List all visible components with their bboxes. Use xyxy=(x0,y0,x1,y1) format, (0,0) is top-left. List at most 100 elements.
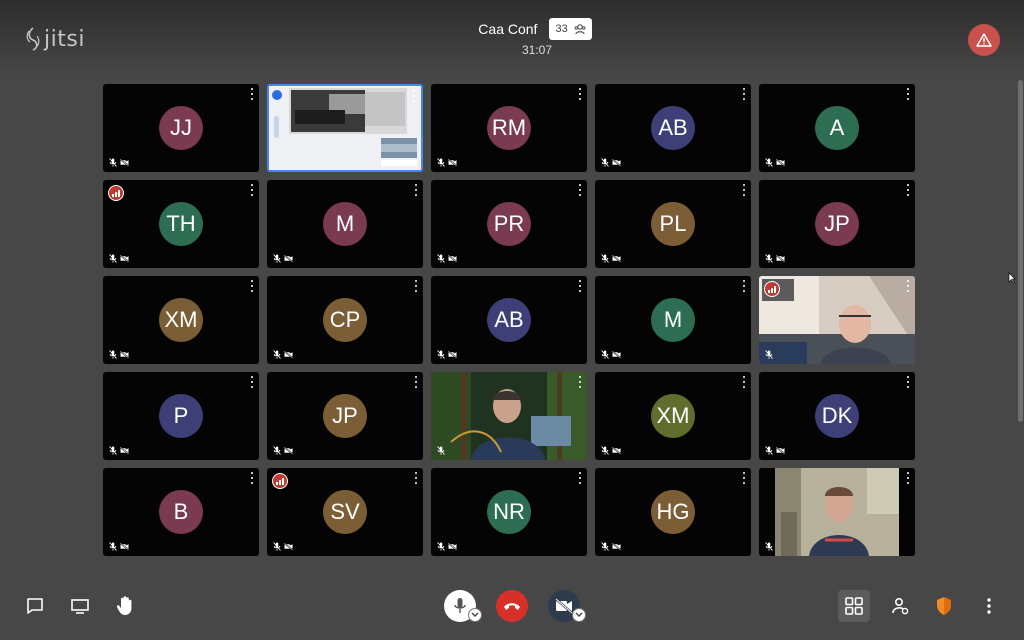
participant-avatar: DK xyxy=(815,394,859,438)
participant-tile[interactable]: JP xyxy=(267,372,423,460)
participant-initials: SV xyxy=(330,499,360,524)
tile-status-indicators xyxy=(437,254,457,263)
tile-menu-icon[interactable] xyxy=(412,90,416,102)
participant-video-tile[interactable] xyxy=(759,276,915,364)
participant-avatar: M xyxy=(651,298,695,342)
camera-muted-icon xyxy=(612,159,621,166)
tile-menu-icon[interactable] xyxy=(578,376,582,388)
connection-quality-badge[interactable] xyxy=(272,473,288,489)
participant-tile[interactable]: CP xyxy=(267,276,423,364)
tile-menu-icon[interactable] xyxy=(742,472,746,484)
participant-initials: JP xyxy=(332,403,358,428)
tile-menu-icon[interactable] xyxy=(414,376,418,388)
participant-initials: JP xyxy=(824,211,850,236)
tile-menu-icon[interactable] xyxy=(414,184,418,196)
camera-muted-icon xyxy=(120,543,129,550)
camera-muted-icon xyxy=(612,255,621,262)
tile-status-indicators xyxy=(109,158,129,167)
tile-status-indicators xyxy=(437,446,445,455)
participant-video xyxy=(431,372,587,460)
tile-menu-icon[interactable] xyxy=(742,184,746,196)
mic-muted-icon xyxy=(765,254,773,263)
tile-menu-icon[interactable] xyxy=(906,88,910,100)
participant-tile[interactable]: M xyxy=(595,276,751,364)
tile-menu-icon[interactable] xyxy=(578,280,582,292)
participant-tile[interactable]: TH xyxy=(103,180,259,268)
hangup-button[interactable] xyxy=(496,590,528,622)
tile-menu-icon[interactable] xyxy=(906,184,910,196)
participant-tile[interactable]: DK xyxy=(759,372,915,460)
participant-tile[interactable]: P xyxy=(103,372,259,460)
participant-avatar: A xyxy=(815,106,859,150)
participant-tile[interactable]: XM xyxy=(595,372,751,460)
participant-avatar: RM xyxy=(487,106,531,150)
participant-avatar: AB xyxy=(487,298,531,342)
tile-menu-icon[interactable] xyxy=(742,88,746,100)
mic-muted-icon xyxy=(273,446,281,455)
mic-muted-icon xyxy=(765,446,773,455)
participant-tile[interactable]: NR xyxy=(431,468,587,556)
chat-button[interactable] xyxy=(19,590,51,622)
scrollbar[interactable] xyxy=(1018,80,1023,422)
tile-menu-icon[interactable] xyxy=(742,280,746,292)
participant-video-tile[interactable] xyxy=(431,372,587,460)
participant-avatar: B xyxy=(159,490,203,534)
participants-icon xyxy=(892,597,909,615)
mic-muted-icon xyxy=(109,446,117,455)
tile-menu-icon[interactable] xyxy=(578,184,582,196)
participant-tile[interactable]: JP xyxy=(759,180,915,268)
security-button[interactable] xyxy=(928,590,960,622)
participant-tile[interactable]: PL xyxy=(595,180,751,268)
camera-muted-icon xyxy=(284,543,293,550)
tile-menu-icon[interactable] xyxy=(414,280,418,292)
participants-button[interactable] xyxy=(884,590,916,622)
tile-menu-icon[interactable] xyxy=(414,472,418,484)
participant-initials: XM xyxy=(656,403,690,428)
tile-menu-icon[interactable] xyxy=(578,472,582,484)
participant-tile[interactable]: JJ xyxy=(103,84,259,172)
participant-initials: XM xyxy=(164,307,198,332)
tile-view-button[interactable] xyxy=(838,590,870,622)
tile-status-indicators xyxy=(437,350,457,359)
participant-video xyxy=(759,468,915,556)
tile-status-indicators xyxy=(601,158,621,167)
tile-menu-icon[interactable] xyxy=(742,376,746,388)
participant-tile[interactable]: XM xyxy=(103,276,259,364)
screenshare-tile[interactable] xyxy=(267,84,423,172)
tile-status-indicators xyxy=(765,254,785,263)
participant-tile[interactable]: SV xyxy=(267,468,423,556)
tile-menu-icon[interactable] xyxy=(250,280,254,292)
participant-avatar: PR xyxy=(487,202,531,246)
participant-count-badge[interactable]: 33 xyxy=(549,18,592,40)
tile-menu-icon[interactable] xyxy=(906,472,910,484)
participant-tile[interactable]: AB xyxy=(431,276,587,364)
participant-tile[interactable]: PR xyxy=(431,180,587,268)
audio-settings-caret[interactable] xyxy=(468,608,482,622)
tile-menu-icon[interactable] xyxy=(906,376,910,388)
tile-menu-icon[interactable] xyxy=(250,472,254,484)
participant-tile[interactable]: AB xyxy=(595,84,751,172)
connection-quality-badge[interactable] xyxy=(764,281,780,297)
raise-hand-button[interactable] xyxy=(109,590,141,622)
participant-tile[interactable]: RM xyxy=(431,84,587,172)
participant-tile[interactable]: B xyxy=(103,468,259,556)
video-settings-caret[interactable] xyxy=(572,608,586,622)
connection-quality-badge[interactable] xyxy=(108,185,124,201)
more-options-button[interactable] xyxy=(973,590,1005,622)
participant-tile[interactable]: A xyxy=(759,84,915,172)
tile-menu-icon[interactable] xyxy=(250,376,254,388)
participant-tile[interactable]: M xyxy=(267,180,423,268)
participant-initials: NR xyxy=(493,499,525,524)
connection-warning-button[interactable] xyxy=(968,24,1000,56)
tile-menu-icon[interactable] xyxy=(250,88,254,100)
tile-menu-icon[interactable] xyxy=(906,280,910,292)
tile-menu-icon[interactable] xyxy=(578,88,582,100)
participant-initials: B xyxy=(173,499,189,524)
participant-tile[interactable]: HG xyxy=(595,468,751,556)
tile-menu-icon[interactable] xyxy=(250,184,254,196)
tile-status-indicators xyxy=(109,254,129,263)
participant-video-tile[interactable] xyxy=(759,468,915,556)
mic-muted-icon xyxy=(109,542,117,551)
participant-avatar: SV xyxy=(323,490,367,534)
screenshare-button[interactable] xyxy=(64,590,96,622)
